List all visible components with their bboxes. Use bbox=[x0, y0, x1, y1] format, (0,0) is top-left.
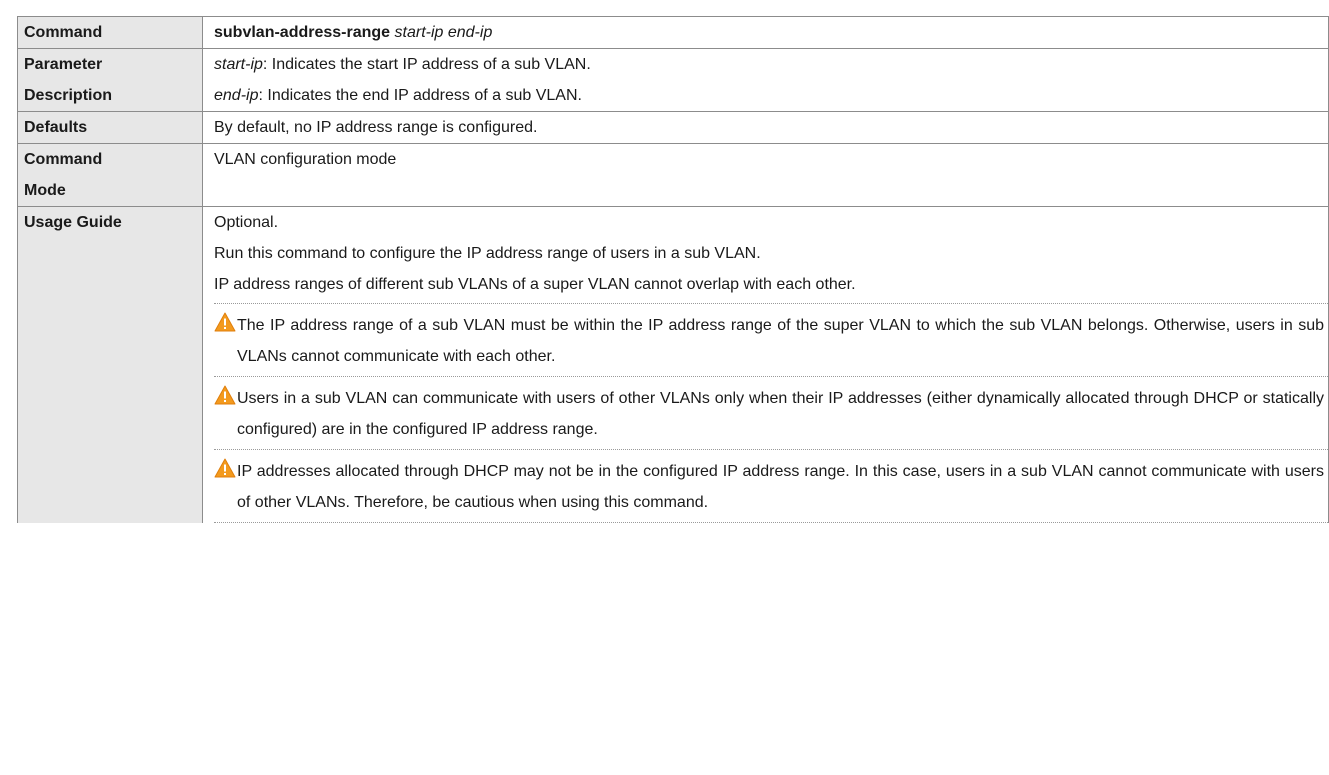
parameter-desc: : Indicates the end IP address of a sub … bbox=[258, 87, 582, 104]
usage-guide-line: Run this command to configure the IP add… bbox=[214, 245, 761, 262]
command-row: Command subvlan-address-range start-ip e… bbox=[17, 16, 1329, 49]
warning-icon bbox=[214, 458, 236, 478]
defaults-content-cell: By default, no IP address range is confi… bbox=[202, 111, 1329, 144]
command-label-cell: Command bbox=[17, 16, 203, 49]
command-syntax: subvlan-address-range start-ip end-ip bbox=[214, 17, 1328, 48]
usage-guide-line: IP address ranges of different sub VLANs… bbox=[214, 276, 856, 293]
defaults-label-cell: Defaults bbox=[17, 111, 203, 144]
parameter-content-cell: start-ip: Indicates the start IP address… bbox=[202, 48, 1329, 112]
caution-note-text: Users in a sub VLAN can communicate with… bbox=[237, 390, 1324, 438]
usage-guide-line: Optional. bbox=[214, 214, 279, 231]
usage-guide-label-cell: Usage Guide bbox=[17, 206, 203, 523]
parameter-item: end-ip: Indicates the end IP address of … bbox=[214, 80, 1328, 111]
caution-note: Users in a sub VLAN can communicate with… bbox=[214, 376, 1328, 449]
command-mode-label-line2: Mode bbox=[24, 182, 66, 199]
command-mode-label-cell: Command Mode bbox=[17, 143, 203, 207]
parameter-name: start-ip bbox=[214, 56, 263, 73]
usage-guide-label: Usage Guide bbox=[24, 214, 122, 231]
command-mode-row: Command Mode VLAN configuration mode bbox=[17, 143, 1329, 207]
warning-icon bbox=[214, 385, 236, 405]
parameter-desc: : Indicates the start IP address of a su… bbox=[262, 56, 591, 73]
command-table: Command subvlan-address-range start-ip e… bbox=[17, 16, 1329, 523]
caution-note: IP addresses allocated through DHCP may … bbox=[214, 449, 1328, 523]
command-mode-content-cell: VLAN configuration mode bbox=[202, 143, 1329, 207]
command-args: start-ip end-ip bbox=[394, 24, 493, 41]
command-name: subvlan-address-range bbox=[214, 24, 391, 41]
parameter-label-line2: Description bbox=[24, 87, 113, 104]
parameter-item: start-ip: Indicates the start IP address… bbox=[214, 49, 1328, 80]
caution-note: The IP address range of a sub VLAN must … bbox=[214, 303, 1328, 376]
warning-icon bbox=[214, 312, 236, 332]
parameter-name: end-ip bbox=[214, 87, 259, 104]
parameter-label-cell: Parameter Description bbox=[17, 48, 203, 112]
parameter-row: Parameter Description start-ip: Indicate… bbox=[17, 48, 1329, 112]
usage-guide-content-cell: Optional. Run this command to configure … bbox=[202, 206, 1329, 523]
command-syntax-cell: subvlan-address-range start-ip end-ip bbox=[202, 16, 1329, 49]
defaults-text: By default, no IP address range is confi… bbox=[214, 119, 538, 136]
command-reference: Command subvlan-address-range start-ip e… bbox=[17, 16, 1329, 523]
defaults-row: Defaults By default, no IP address range… bbox=[17, 111, 1329, 144]
parameter-label-line1: Parameter bbox=[24, 56, 103, 73]
defaults-label: Defaults bbox=[24, 119, 88, 136]
usage-guide-row: Usage Guide Optional. Run this command t… bbox=[17, 206, 1329, 523]
command-mode-text: VLAN configuration mode bbox=[214, 151, 397, 168]
caution-notes: The IP address range of a sub VLAN must … bbox=[214, 303, 1328, 523]
caution-note-text: The IP address range of a sub VLAN must … bbox=[237, 317, 1324, 365]
command-label: Command bbox=[24, 24, 103, 41]
command-mode-label-line1: Command bbox=[24, 151, 103, 168]
caution-note-text: IP addresses allocated through DHCP may … bbox=[237, 463, 1324, 511]
